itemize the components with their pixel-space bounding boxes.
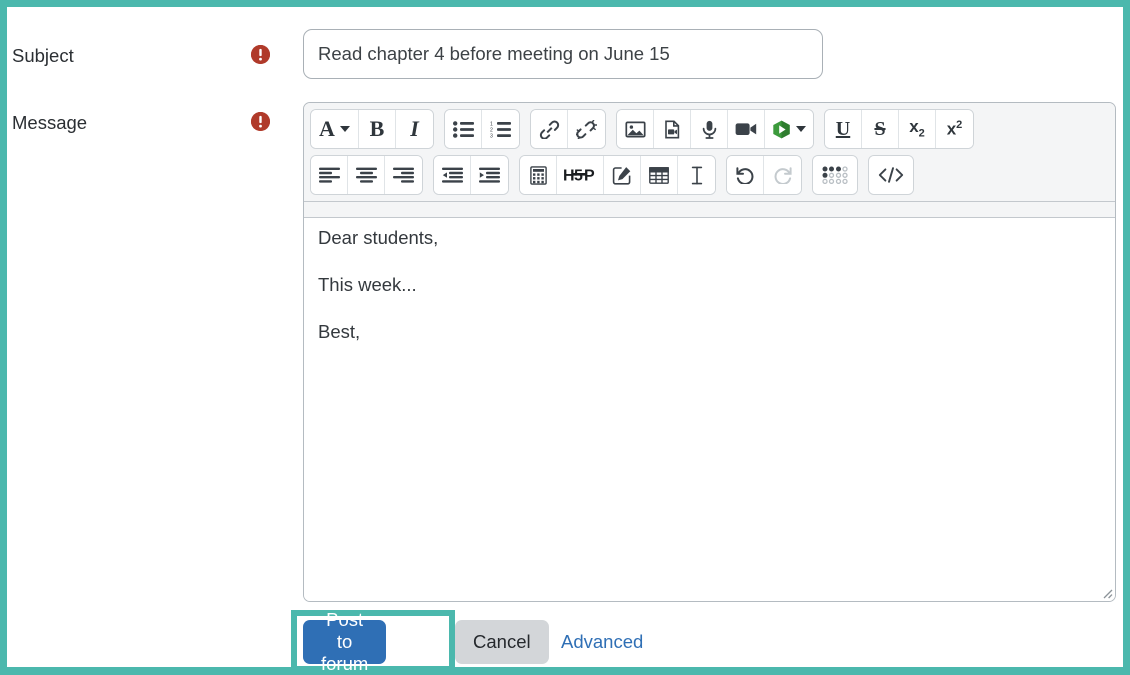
cancel-button[interactable]: Cancel	[455, 620, 549, 664]
svg-text:H: H	[563, 168, 575, 184]
svg-text:3: 3	[490, 133, 493, 137]
align-right-icon[interactable]	[385, 156, 422, 194]
required-exclamation-icon	[251, 112, 270, 131]
align-left-icon[interactable]	[311, 156, 348, 194]
svg-text:P: P	[584, 168, 595, 184]
video-camera-icon[interactable]	[728, 110, 765, 148]
rich-text-editor: A B I 1 2 3 U S x2 x2 H 5 P Dear student…	[303, 102, 1116, 602]
outdent-icon[interactable]	[434, 156, 471, 194]
font-color-icon[interactable]: A	[311, 110, 359, 148]
toolbar-row-1: A B I 1 2 3 U S x2 x2	[310, 109, 1109, 149]
subscript-icon[interactable]: x2	[899, 110, 936, 148]
message-paragraph: Dear students,	[318, 227, 439, 248]
undo-icon[interactable]	[727, 156, 764, 194]
toolbar-group-links	[530, 109, 606, 149]
svg-text:5: 5	[574, 168, 583, 184]
toolbar-group-insert: H 5 P	[519, 155, 716, 195]
advanced-link[interactable]: Advanced	[561, 620, 643, 664]
subject-input[interactable]	[303, 29, 823, 79]
bulleted-list-icon[interactable]	[445, 110, 482, 148]
toolbar-group-media	[616, 109, 814, 149]
insert-character-icon[interactable]	[678, 156, 715, 194]
bold-icon[interactable]: B	[359, 110, 396, 148]
message-textarea[interactable]: Dear students, This week... Best,	[304, 217, 1115, 601]
kaltura-media-icon[interactable]	[765, 110, 813, 148]
toolbar-group-lists: 1 2 3	[444, 109, 520, 149]
toolbar-group-indent	[433, 155, 509, 195]
insert-table-icon[interactable]	[641, 156, 678, 194]
draw-edit-icon[interactable]	[604, 156, 641, 194]
image-icon[interactable]	[617, 110, 654, 148]
post-to-forum-button[interactable]: Post to forum	[303, 609, 387, 674]
html-source-code-icon[interactable]	[869, 156, 913, 194]
numbered-list-icon[interactable]: 1 2 3	[482, 110, 519, 148]
subject-label: Subject	[12, 45, 74, 66]
toolbar-group-source	[868, 155, 914, 195]
unlink-icon[interactable]	[568, 110, 605, 148]
svg-text:1: 1	[490, 121, 493, 127]
message-paragraph: This week...	[318, 274, 417, 296]
toolbar-group-history	[726, 155, 802, 195]
strikethrough-icon[interactable]: S	[862, 110, 899, 148]
highlighted-page-frame: Subject Message	[0, 0, 1130, 674]
superscript-icon[interactable]: x2	[936, 110, 973, 148]
align-center-icon[interactable]	[348, 156, 385, 194]
forum-post-form: Subject Message	[7, 7, 1123, 674]
media-file-icon[interactable]	[654, 110, 691, 148]
toolbar-group-text-style: U S x2 x2	[824, 109, 974, 149]
italic-icon[interactable]: I	[396, 110, 433, 148]
editor-toolbar: A B I 1 2 3 U S x2 x2 H 5 P	[304, 103, 1115, 202]
message-label: Message	[12, 112, 88, 133]
equation-calculator-icon[interactable]	[520, 156, 557, 194]
toolbar-group-accessibility	[812, 155, 858, 195]
indent-icon[interactable]	[471, 156, 508, 194]
toolbar-row-2: H 5 P	[310, 155, 1109, 195]
toolbar-group-font: A B I	[310, 109, 434, 149]
message-paragraph: Best,	[318, 321, 361, 343]
toolbar-group-align	[310, 155, 423, 195]
redo-icon[interactable]	[764, 156, 801, 194]
required-exclamation-icon	[251, 45, 270, 64]
link-icon[interactable]	[531, 110, 568, 148]
h5p-icon[interactable]: H 5 P	[557, 156, 604, 194]
accessibility-checker-icon[interactable]	[813, 156, 857, 194]
svg-text:2: 2	[490, 127, 493, 133]
microphone-icon[interactable]	[691, 110, 728, 148]
underline-icon[interactable]: U	[825, 110, 862, 148]
